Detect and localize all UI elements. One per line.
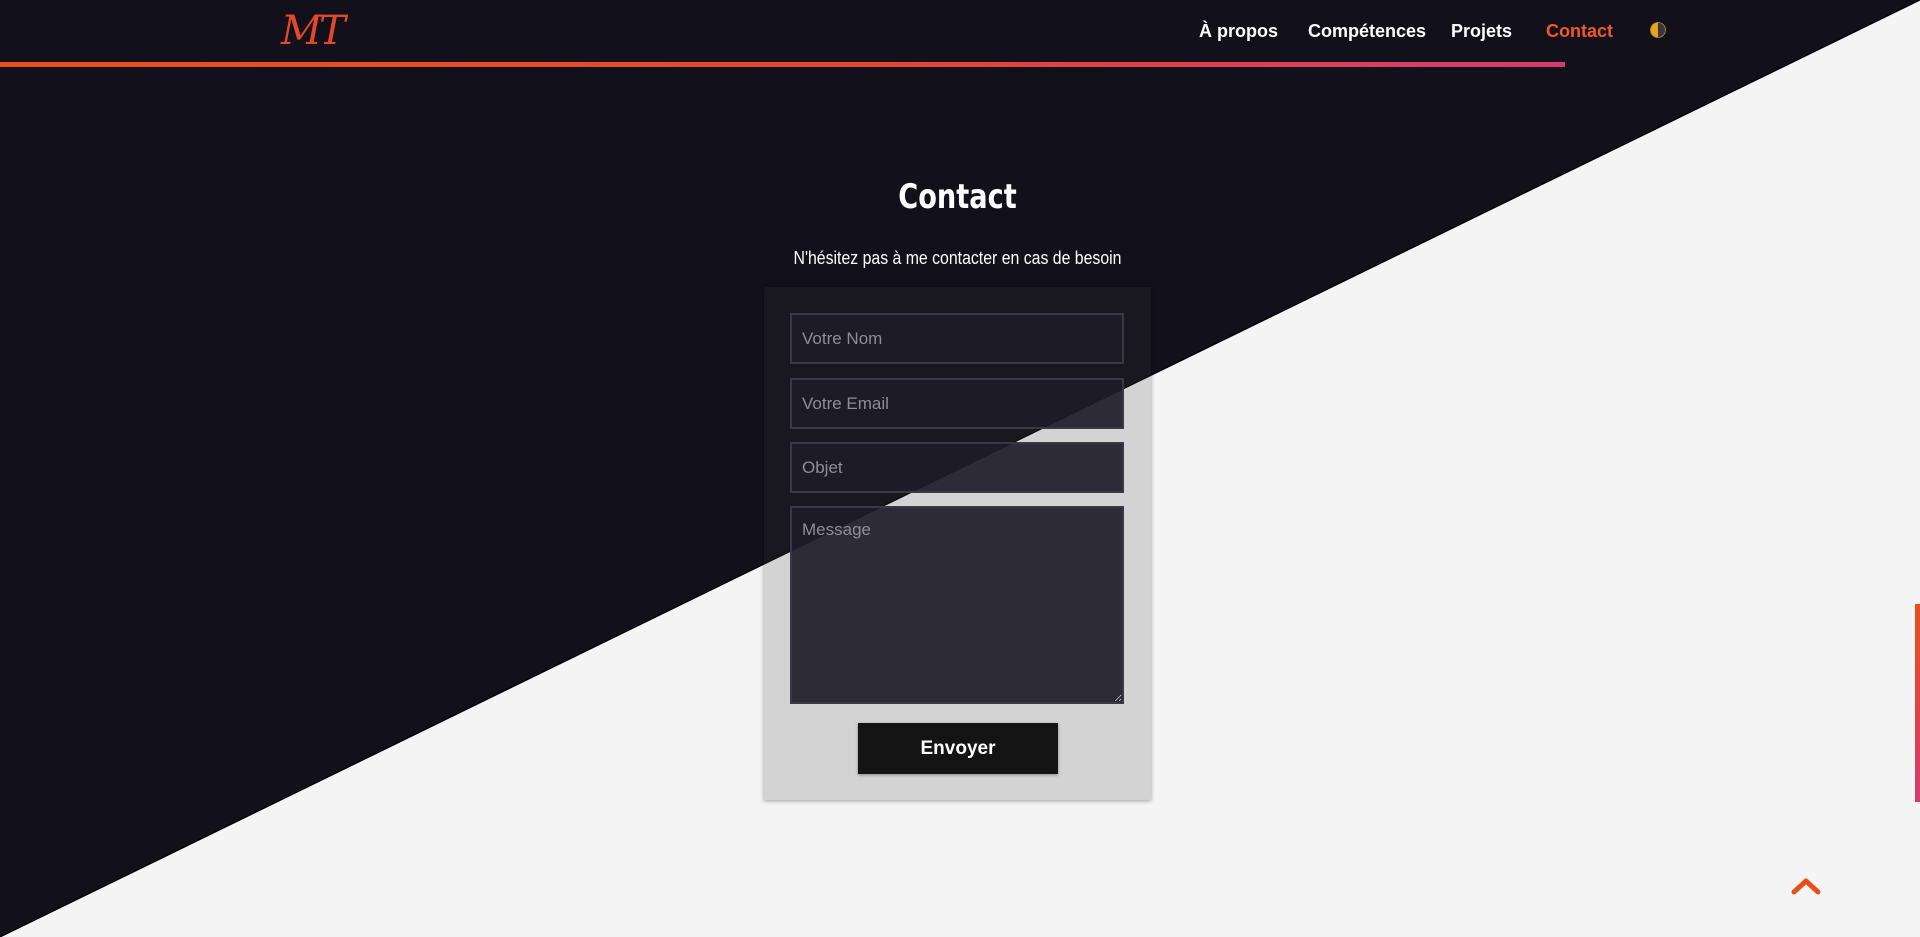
half-moon-icon	[1650, 22, 1666, 38]
back-to-top-button[interactable]	[1788, 874, 1824, 898]
name-input[interactable]	[790, 313, 1124, 364]
nav-item-about[interactable]: À propos	[1199, 18, 1278, 44]
theme-toggle-button[interactable]	[1650, 22, 1666, 38]
contact-form: Envoyer	[764, 287, 1151, 800]
side-scroll-indicator	[1915, 604, 1920, 802]
page-subtitle: N'hésitez pas à me contacter en cas de b…	[793, 248, 1122, 268]
message-textarea[interactable]	[790, 506, 1124, 704]
nav-item-contact[interactable]: Contact	[1546, 18, 1613, 44]
page-title: Contact	[898, 176, 1017, 217]
site-header: MT À propos Compétences Projets Contact	[0, 0, 1920, 61]
chevron-up-icon	[1791, 878, 1821, 895]
email-input[interactable]	[790, 378, 1124, 429]
nav-item-skills[interactable]: Compétences	[1308, 18, 1426, 44]
subject-input[interactable]	[790, 442, 1124, 493]
scroll-progress-bar	[0, 62, 1565, 67]
nav-item-projects[interactable]: Projets	[1451, 18, 1512, 44]
logo[interactable]: MT	[281, 6, 346, 56]
send-button[interactable]: Envoyer	[858, 723, 1058, 774]
